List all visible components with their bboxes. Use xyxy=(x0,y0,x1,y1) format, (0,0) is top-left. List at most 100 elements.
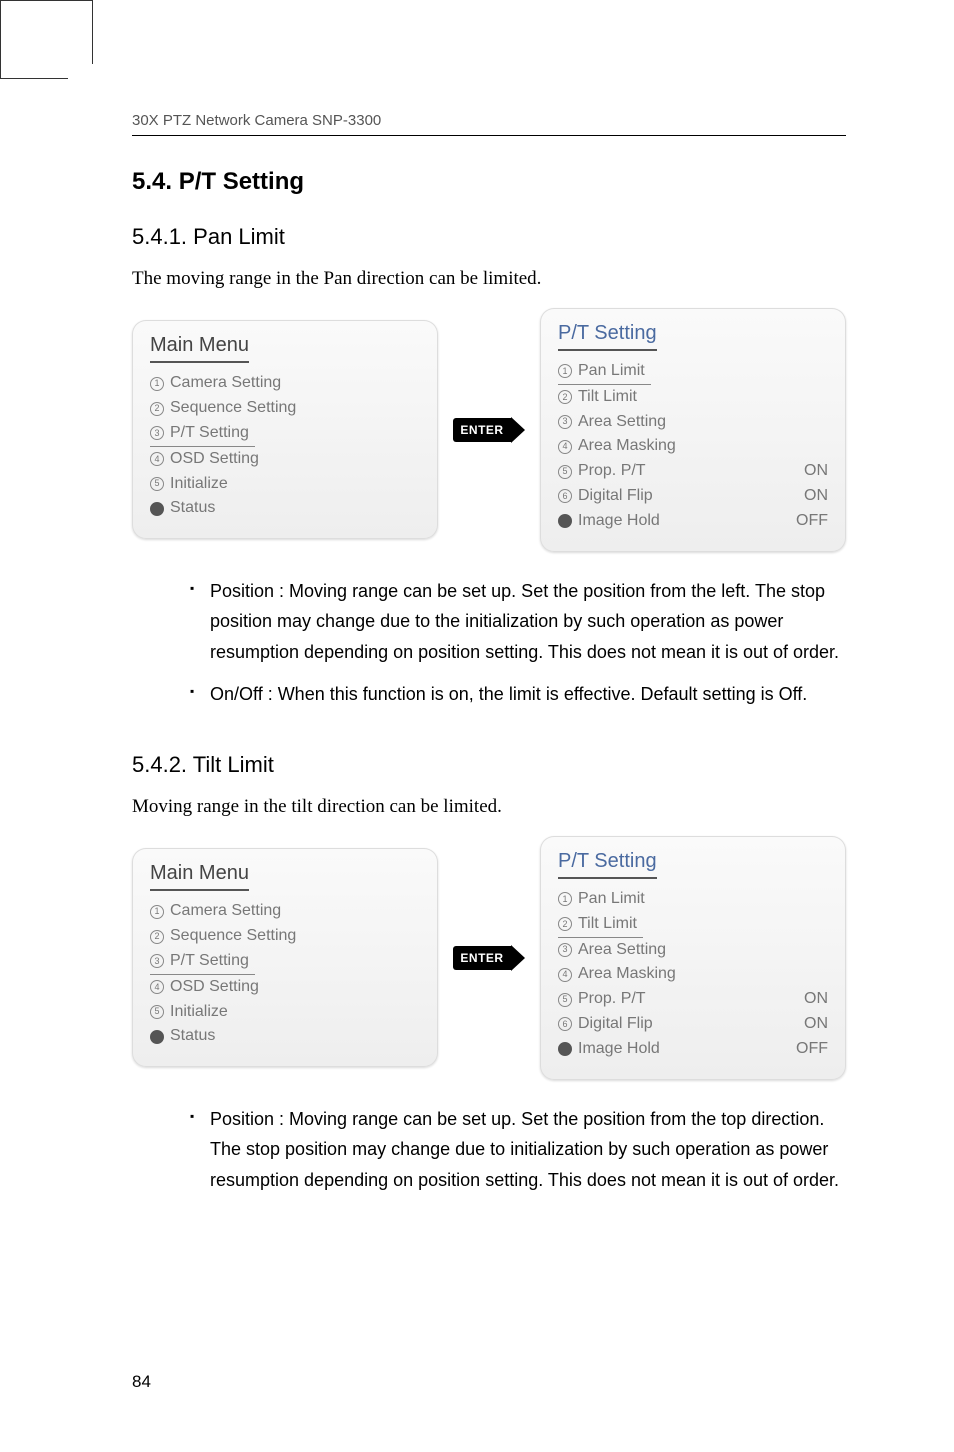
menu-item-label: Status xyxy=(170,496,215,521)
menu-title: Main Menu xyxy=(150,862,249,891)
subsection-title-pan-limit: 5.4.1. Pan Limit xyxy=(132,224,846,250)
menu-item-left: 1Pan Limit xyxy=(558,359,651,385)
menu-item-label: OSD Setting xyxy=(170,447,259,472)
enter-label: ENTER xyxy=(453,946,510,970)
menu-item-value: ON xyxy=(804,484,828,509)
bullet-list-pan-limit: Position : Moving range can be set up. S… xyxy=(132,576,846,710)
menu-item: 5Initialize xyxy=(150,1000,420,1025)
menu-item-value: ON xyxy=(804,459,828,484)
bullet-item: Position : Moving range can be set up. S… xyxy=(190,1104,846,1196)
menu-item-value: ON xyxy=(804,987,828,1012)
figure-row-pan-limit: Main Menu 1Camera Setting2Sequence Setti… xyxy=(132,308,846,552)
menu-item-label: Prop. P/T xyxy=(578,987,646,1012)
enter-arrow-wrap: ENTER xyxy=(452,417,526,443)
menu-item-label: Prop. P/T xyxy=(578,459,646,484)
intro-text: Moving range in the tilt direction can b… xyxy=(132,796,846,818)
section-title: 5.4. P/T Setting xyxy=(132,168,846,196)
circled-number-icon: 3 xyxy=(150,954,164,968)
arrow-right-icon xyxy=(511,417,525,443)
circled-number-icon xyxy=(558,1042,572,1056)
menu-item: 3Area Setting xyxy=(558,938,828,963)
menu-item-label: Camera Setting xyxy=(170,899,281,924)
menu-item-left: 2Tilt Limit xyxy=(558,385,637,410)
page-number: 84 xyxy=(132,1372,151,1392)
menu-item: 3 Area Setting xyxy=(558,410,828,435)
menu-item: Status xyxy=(150,496,420,521)
enter-label: ENTER xyxy=(453,418,510,442)
main-menu-box: Main Menu 1Camera Setting2Sequence Setti… xyxy=(132,320,438,539)
menu-item-value: ON xyxy=(804,1012,828,1037)
menu-title: Main Menu xyxy=(150,334,249,363)
menu-item-left: Image Hold xyxy=(558,509,660,534)
menu-item: 4 OSD Setting xyxy=(150,447,420,472)
circled-number-icon: 1 xyxy=(150,905,164,919)
circled-number-icon xyxy=(150,1030,164,1044)
menu-item: 1Camera Setting xyxy=(150,371,420,396)
pt-menu-list: 1Pan Limit2Tilt Limit3Area Setting4Area … xyxy=(558,359,828,534)
menu-item-label: Sequence Setting xyxy=(170,924,296,949)
circled-number-icon xyxy=(558,514,572,528)
subsection-title-tilt-limit: 5.4.2. Tilt Limit xyxy=(132,752,846,778)
menu-item: 5Prop. P/T ON xyxy=(558,987,828,1012)
enter-arrow-wrap: ENTER xyxy=(452,945,526,971)
intro-text: The moving range in the Pan direction ca… xyxy=(132,268,846,290)
menu-item: 3 P/T Setting xyxy=(150,949,420,975)
main-menu-box: Main Menu 1 Camera Setting2Sequence Setti… xyxy=(132,848,438,1067)
menu-item-left: 4 OSD Setting xyxy=(150,447,259,472)
menu-item-left: 2Sequence Setting xyxy=(150,924,296,949)
menu-item: 2Tilt Limit xyxy=(558,385,828,410)
menu-item: Image HoldOFF xyxy=(558,509,828,534)
menu-item-label: P/T Setting xyxy=(170,949,249,974)
menu-item: 3 P/T Setting xyxy=(150,421,420,447)
menu-item-label: Pan Limit xyxy=(578,359,645,384)
circled-number-icon: 4 xyxy=(558,968,572,982)
menu-item: 4 Area Masking xyxy=(558,962,828,987)
circled-number-icon: 5 xyxy=(150,1005,164,1019)
menu-item-label: OSD Setting xyxy=(170,975,259,1000)
menu-item-left: 3Area Setting xyxy=(558,938,666,963)
menu-item-label: P/T Setting xyxy=(170,421,249,446)
menu-item: 2Sequence Setting xyxy=(150,396,420,421)
circled-number-icon: 3 xyxy=(150,426,164,440)
menu-item: 6Digital Flip ON xyxy=(558,1012,828,1037)
menu-item-label: Tilt Limit xyxy=(578,912,637,937)
menu-item-left: 6Digital Flip xyxy=(558,484,653,509)
crop-mark xyxy=(0,0,1,78)
crop-mark xyxy=(0,78,68,79)
circled-number-icon: 5 xyxy=(150,477,164,491)
menu-title: P/T Setting xyxy=(558,850,657,879)
menu-item-label: Area Setting xyxy=(578,938,666,963)
page: 30X PTZ Network Camera SNP-3300 5.4. P/T… xyxy=(0,0,954,1452)
menu-item: 2Sequence Setting xyxy=(150,924,420,949)
circled-number-icon: 4 xyxy=(150,452,164,466)
menu-item-label: Digital Flip xyxy=(578,484,653,509)
menu-item-left: 5 Initialize xyxy=(150,472,228,497)
menu-item-left: 5Initialize xyxy=(150,1000,228,1025)
crop-mark xyxy=(92,0,93,64)
bullet-item: Position : Moving range can be set up. S… xyxy=(190,576,846,668)
menu-item-left: Image Hold xyxy=(558,1037,660,1062)
menu-item-left: 5Prop. P/T xyxy=(558,459,646,484)
circled-number-icon: 3 xyxy=(558,415,572,429)
menu-item-left: 4 Area Masking xyxy=(558,962,676,987)
menu-item-left: 3 P/T Setting xyxy=(150,421,255,447)
pt-menu-list: 1Pan Limit 2 Tilt Limit3Area Setting 4 Area … xyxy=(558,887,828,1062)
menu-item-label: Digital Flip xyxy=(578,1012,653,1037)
menu-item-left: 2 Tilt Limit xyxy=(558,912,643,938)
menu-item-label: Area Setting xyxy=(578,410,666,435)
menu-item-label: Area Masking xyxy=(578,962,676,987)
circled-number-icon: 2 xyxy=(558,917,572,931)
circled-number-icon: 1 xyxy=(150,377,164,391)
menu-item-left: 4 OSD Setting xyxy=(150,975,259,1000)
menu-item-left: Status xyxy=(150,496,215,521)
menu-item: 2 Tilt Limit xyxy=(558,912,828,938)
menu-item: Status xyxy=(150,1024,420,1049)
main-menu-list: 1Camera Setting2Sequence Setting 3 P/T Set… xyxy=(150,371,420,521)
bullet-item: On/Off : When this function is on, the l… xyxy=(190,679,846,710)
menu-item-left: 5Prop. P/T xyxy=(558,987,646,1012)
menu-item-label: Initialize xyxy=(170,472,228,497)
menu-item-left: 6Digital Flip xyxy=(558,1012,653,1037)
menu-item: 1Pan Limit xyxy=(558,887,828,912)
circled-number-icon: 4 xyxy=(150,980,164,994)
menu-item-left: 1 Camera Setting xyxy=(150,899,281,924)
